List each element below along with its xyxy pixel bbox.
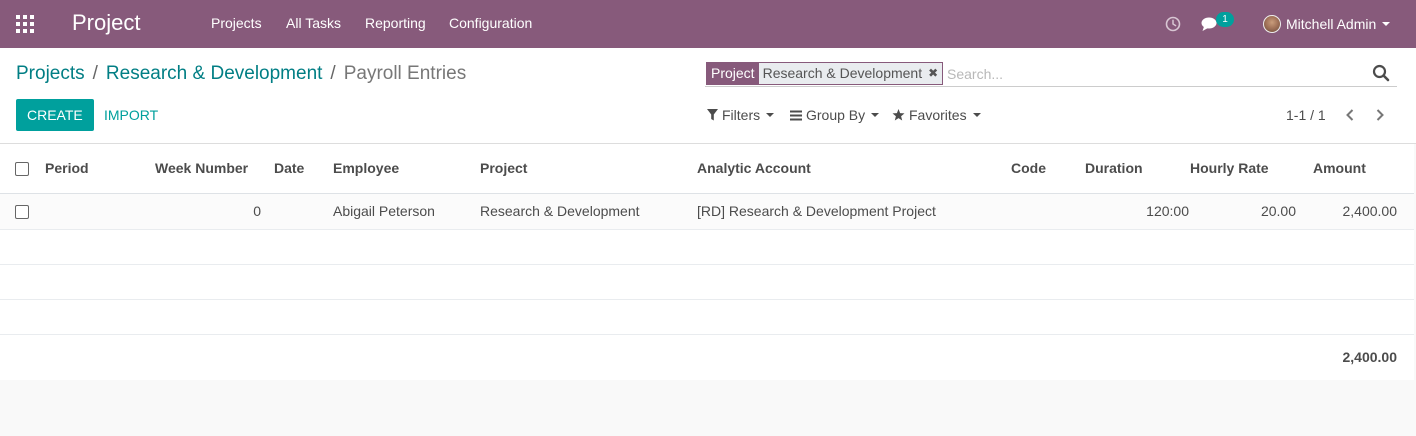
column-header-code[interactable]: Code — [1011, 144, 1085, 194]
menu-item-projects[interactable]: Projects — [211, 15, 262, 31]
chevron-left-icon[interactable] — [1343, 107, 1357, 123]
search-facet: Project Research & Development ✖ — [706, 62, 944, 85]
favorites-label: Favorites — [909, 107, 967, 123]
breadcrumb-separator: / — [330, 63, 336, 84]
caret-down-icon — [1382, 22, 1391, 26]
close-icon[interactable]: ✖ — [926, 63, 943, 84]
breadcrumb-research-development[interactable]: Research & Development — [106, 63, 323, 84]
search-bar: Project Research & Development ✖ — [705, 62, 1397, 87]
chat-badge: 1 — [1216, 12, 1234, 27]
filters-label: Filters — [722, 107, 761, 123]
column-header-duration[interactable]: Duration — [1085, 144, 1190, 194]
control-panel: Projects / Research & Development / Payroll … — [0, 48, 1416, 144]
caret-down-icon — [766, 113, 775, 117]
table-footer-row: 2,400.00 — [0, 334, 1414, 380]
empty-row — [0, 299, 1414, 335]
cell-analytic-account: [RD] Research & Development Project — [693, 193, 1011, 230]
cell-amount: 2,400.00 — [1313, 193, 1414, 230]
create-button[interactable]: Create — [16, 99, 94, 131]
column-header-employee[interactable]: Employee — [329, 144, 476, 194]
group-by-label: Group By — [806, 107, 866, 123]
menu-item-all-tasks[interactable]: All Tasks — [286, 15, 341, 31]
star-icon — [892, 109, 905, 121]
column-header-week-number[interactable]: Week Number — [155, 144, 265, 194]
facet-value: Research & Development — [758, 63, 927, 84]
grid-icon[interactable] — [16, 15, 34, 33]
cell-duration: 120:00 — [1085, 193, 1190, 230]
breadcrumb: Projects / Research & Development / Payroll … — [16, 63, 466, 85]
column-header-hourly-rate[interactable]: Hourly Rate — [1190, 144, 1313, 194]
favorites-dropdown[interactable]: Favorites — [892, 107, 981, 123]
pager-value[interactable]: 1-1 / 1 — [1286, 107, 1326, 123]
column-header-period[interactable]: Period — [45, 144, 155, 194]
column-header-analytic-account[interactable]: Analytic Account — [693, 144, 1011, 194]
app-brand[interactable]: Project — [72, 10, 140, 36]
chevron-right-icon[interactable] — [1373, 107, 1387, 123]
user-menu[interactable]: Mitchell Admin — [1263, 14, 1391, 34]
breadcrumb-projects[interactable]: Projects — [16, 63, 85, 84]
empty-row — [0, 229, 1414, 265]
import-button[interactable]: Import — [93, 99, 169, 131]
clock-icon[interactable] — [1165, 16, 1181, 32]
breadcrumb-current: Payroll Entries — [343, 63, 467, 84]
empty-row — [0, 264, 1414, 300]
caret-down-icon — [871, 113, 880, 117]
select-all-checkbox[interactable] — [15, 162, 29, 177]
total-amount: 2,400.00 — [1342, 349, 1398, 366]
row-checkbox[interactable] — [15, 205, 29, 220]
bars-icon — [790, 110, 802, 120]
cell-hourly-rate: 20.00 — [1190, 193, 1313, 230]
cell-project: Research & Development — [476, 193, 693, 230]
table-row[interactable]: 0 Abigail Peterson Research & Developmen… — [0, 193, 1414, 230]
caret-down-icon — [972, 113, 981, 117]
user-name: Mitchell Admin — [1286, 16, 1377, 32]
column-header-amount[interactable]: Amount — [1313, 144, 1414, 194]
payroll-table: Period Week Number Date Employee Project… — [0, 144, 1414, 380]
column-header-date[interactable]: Date — [265, 144, 329, 194]
table-header-row: Period Week Number Date Employee Project… — [0, 144, 1414, 194]
avatar — [1263, 15, 1281, 33]
search-input[interactable] — [947, 63, 1347, 84]
cell-code — [1011, 193, 1085, 230]
cell-period — [45, 193, 155, 230]
top-navbar: Project Projects All Tasks Reporting Con… — [0, 0, 1416, 48]
filters-dropdown[interactable]: Filters — [707, 107, 775, 123]
filter-icon — [707, 109, 718, 121]
cell-employee: Abigail Peterson — [329, 193, 476, 230]
group-by-dropdown[interactable]: Group By — [790, 107, 880, 123]
list-view: Period Week Number Date Employee Project… — [0, 144, 1414, 380]
search-icon[interactable] — [1372, 64, 1390, 82]
breadcrumb-separator: / — [92, 63, 98, 84]
column-header-project[interactable]: Project — [476, 144, 693, 194]
facet-label: Project — [707, 63, 759, 84]
menu-item-reporting[interactable]: Reporting — [365, 15, 426, 31]
cell-date — [265, 193, 329, 230]
menu-item-configuration[interactable]: Configuration — [449, 15, 532, 31]
cell-week-number: 0 — [155, 193, 265, 230]
